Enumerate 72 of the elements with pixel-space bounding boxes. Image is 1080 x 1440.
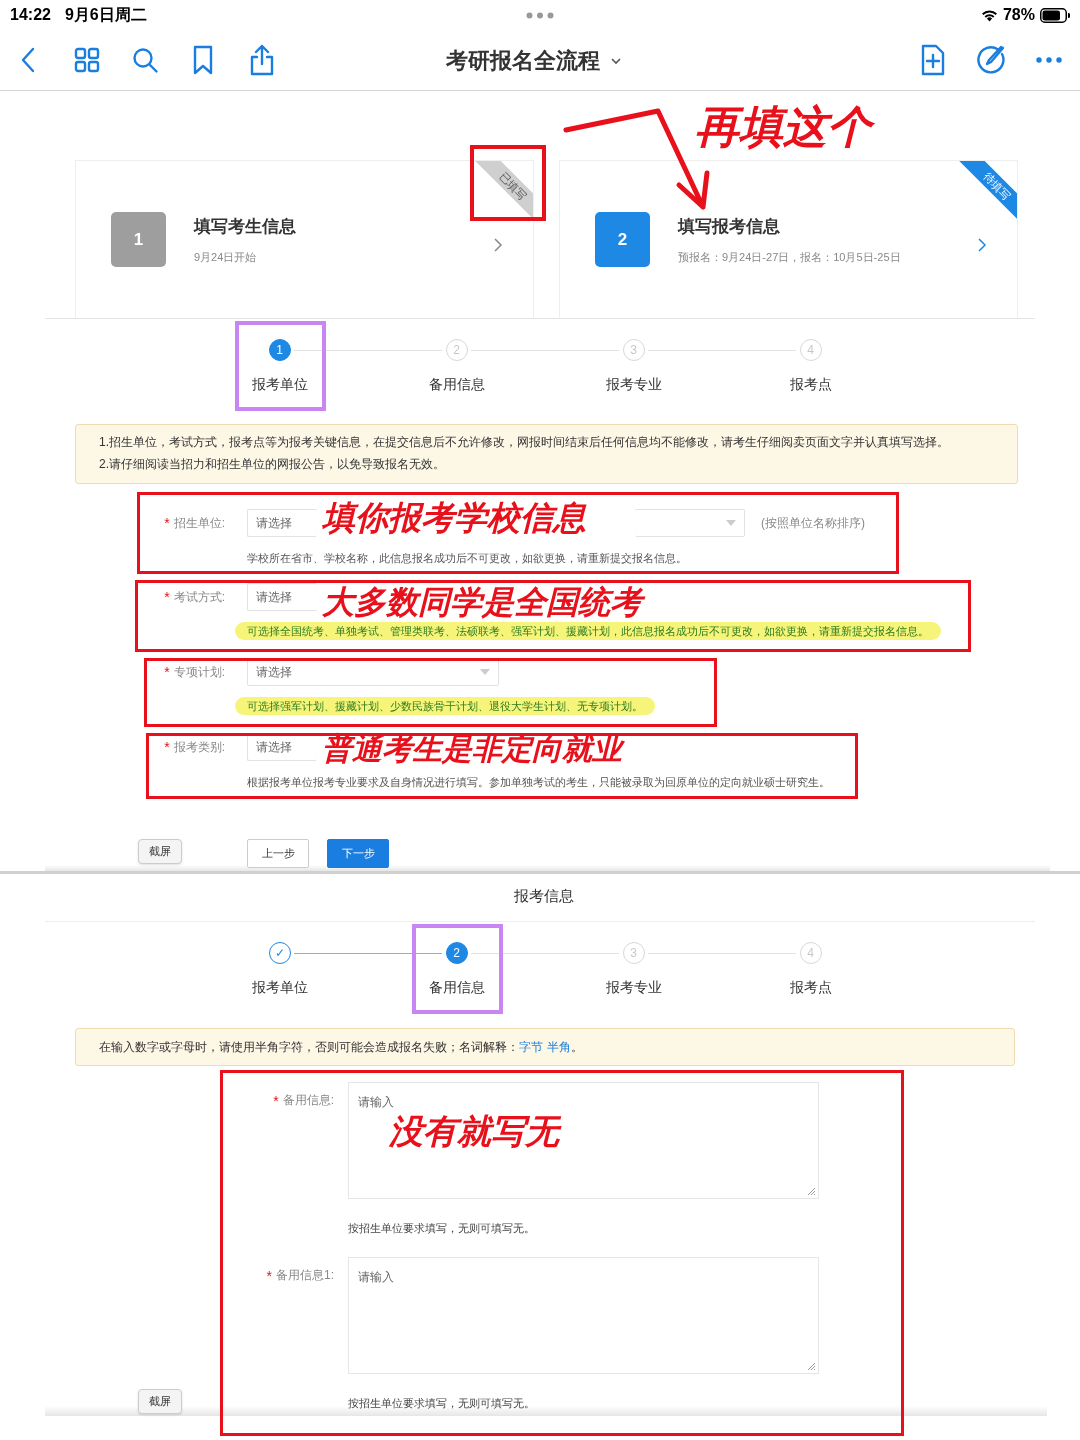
term-link[interactable]: 半角 bbox=[547, 1039, 571, 1054]
step-label: 报考单位 bbox=[251, 977, 308, 997]
more-icon[interactable] bbox=[1036, 57, 1062, 63]
field-hint: 按招生单位要求填写，无则可填写无。 bbox=[348, 1396, 536, 1411]
dropdown-caret-icon bbox=[726, 520, 736, 526]
add-page-icon[interactable] bbox=[920, 44, 946, 76]
field-label: 备用信息1: bbox=[276, 1267, 334, 1284]
field-label: 备用信息: bbox=[282, 1091, 334, 1109]
step-card[interactable]: 1 填写考生信息 9月24日开始 已填写 bbox=[75, 160, 534, 318]
required-mark: * bbox=[164, 587, 170, 607]
text-area[interactable]: 请输入 没有就写无 bbox=[348, 1081, 819, 1199]
required-mark: * bbox=[164, 662, 170, 682]
resize-handle-icon bbox=[807, 1362, 816, 1371]
required-mark: * bbox=[164, 737, 170, 757]
resize-handle-icon bbox=[807, 1186, 816, 1196]
battery-percent: 78% bbox=[1002, 5, 1035, 25]
wifi-icon bbox=[980, 8, 998, 22]
card-title: 填写报考信息 bbox=[678, 215, 781, 238]
field-hint: 可选择全国统考、单独考试、管理类联考、法硕联考、强军计划、援藏计划，此信息报名成功后不可更改，如欲更换，请重新提交报名信息。 bbox=[235, 622, 941, 640]
select-field[interactable] bbox=[635, 509, 745, 537]
chevron-right-icon bbox=[977, 237, 987, 253]
multitask-dots-icon[interactable] bbox=[526, 12, 554, 19]
step-number: 1 bbox=[111, 212, 166, 267]
screenshot-tag: 截屏 bbox=[138, 839, 182, 864]
step-label: 报考专业 bbox=[605, 977, 662, 997]
step-label: 报考点 bbox=[789, 375, 832, 394]
step-label: 报考单位 bbox=[251, 375, 308, 394]
step-card[interactable]: 2 填写报考信息 预报名：9月24日-27日，报名：10月5日-25日 待填写 bbox=[559, 160, 1018, 318]
term-link[interactable]: 字节 bbox=[519, 1039, 543, 1054]
step-label: 报考点 bbox=[789, 977, 832, 997]
text-area[interactable]: 请输入 bbox=[348, 1257, 819, 1374]
dropdown-caret-icon bbox=[480, 669, 490, 675]
grid-icon[interactable] bbox=[74, 47, 100, 73]
search-icon[interactable] bbox=[132, 46, 159, 74]
step-label: 备用信息 bbox=[428, 375, 485, 394]
status-date: 9月6日周二 bbox=[64, 5, 147, 25]
handwritten-note: 填你报考学校信息 bbox=[322, 497, 586, 539]
field-hint: 根据报考单位报考专业要求及自身情况进行填写。参加单独考试的考生，只能被录取为回原单位的定向就业硕士研究生。 bbox=[247, 775, 830, 789]
chevron-down-icon bbox=[610, 56, 622, 65]
card-subtitle: 9月24日开始 bbox=[194, 250, 258, 265]
markup-icon[interactable] bbox=[976, 45, 1006, 75]
notice-text: 2.请仔细阅读当招力和招生单位的网报公告，以免导致报名无效。 bbox=[99, 456, 446, 473]
field-label: 招生单位: bbox=[173, 515, 225, 532]
status-time: 14:22 bbox=[10, 5, 51, 25]
field-label: 专项计划: bbox=[173, 664, 225, 681]
step-label: 报考专业 bbox=[605, 375, 662, 394]
field-hint: 可选择强军计划、援藏计划、少数民族骨干计划、退役大学生计划、无专项计划。 bbox=[235, 697, 655, 715]
required-mark: * bbox=[164, 513, 170, 533]
field-label: 报考类别: bbox=[173, 739, 225, 756]
share-icon[interactable] bbox=[249, 44, 275, 76]
notice-text: 在输入数字或字母时，请使用半角字符，否则可能会造成报名失败；名词解释：字节 半角。 bbox=[99, 1038, 583, 1056]
step-label: 备用信息 bbox=[428, 977, 485, 997]
field-hint: 学校所在省市、学校名称，此信息报名成功后不可更改，如欲更换，请重新提交报名信息。 bbox=[247, 551, 687, 565]
chevron-right-icon bbox=[493, 237, 503, 253]
battery-icon bbox=[1040, 7, 1070, 23]
screenshot-tag: 截屏 bbox=[138, 1389, 182, 1414]
field-note: (按照单位名称排序) bbox=[761, 515, 865, 532]
select-field[interactable]: 请选择 bbox=[247, 509, 317, 537]
previous-button[interactable]: 上一步 bbox=[247, 839, 309, 868]
field-hint: 按招生单位要求填写，无则可填写无。 bbox=[348, 1220, 536, 1236]
document-title[interactable]: 考研报名全流程 bbox=[446, 44, 622, 77]
card-title: 填写考生信息 bbox=[194, 215, 296, 238]
notice-text: 1.招生单位，考试方式，报考点等为报考关键信息，在提交信息后不允许修改，网报时间结束后任何信息均不能修改，请考生仔细阅卖页面文字并认真填写选择。 bbox=[99, 434, 950, 451]
step-number: 2 bbox=[595, 212, 650, 267]
select-field[interactable]: 请选择 bbox=[247, 583, 317, 611]
field-label: 考试方式: bbox=[173, 589, 225, 606]
card-subtitle: 预报名：9月24日-27日，报名：10月5日-25日 bbox=[678, 250, 901, 265]
required-mark: * bbox=[266, 1267, 272, 1286]
required-mark: * bbox=[273, 1091, 279, 1111]
bookmark-icon[interactable] bbox=[191, 45, 215, 75]
section-heading: 报考信息 bbox=[513, 886, 575, 906]
next-button[interactable]: 下一步 bbox=[327, 839, 389, 868]
